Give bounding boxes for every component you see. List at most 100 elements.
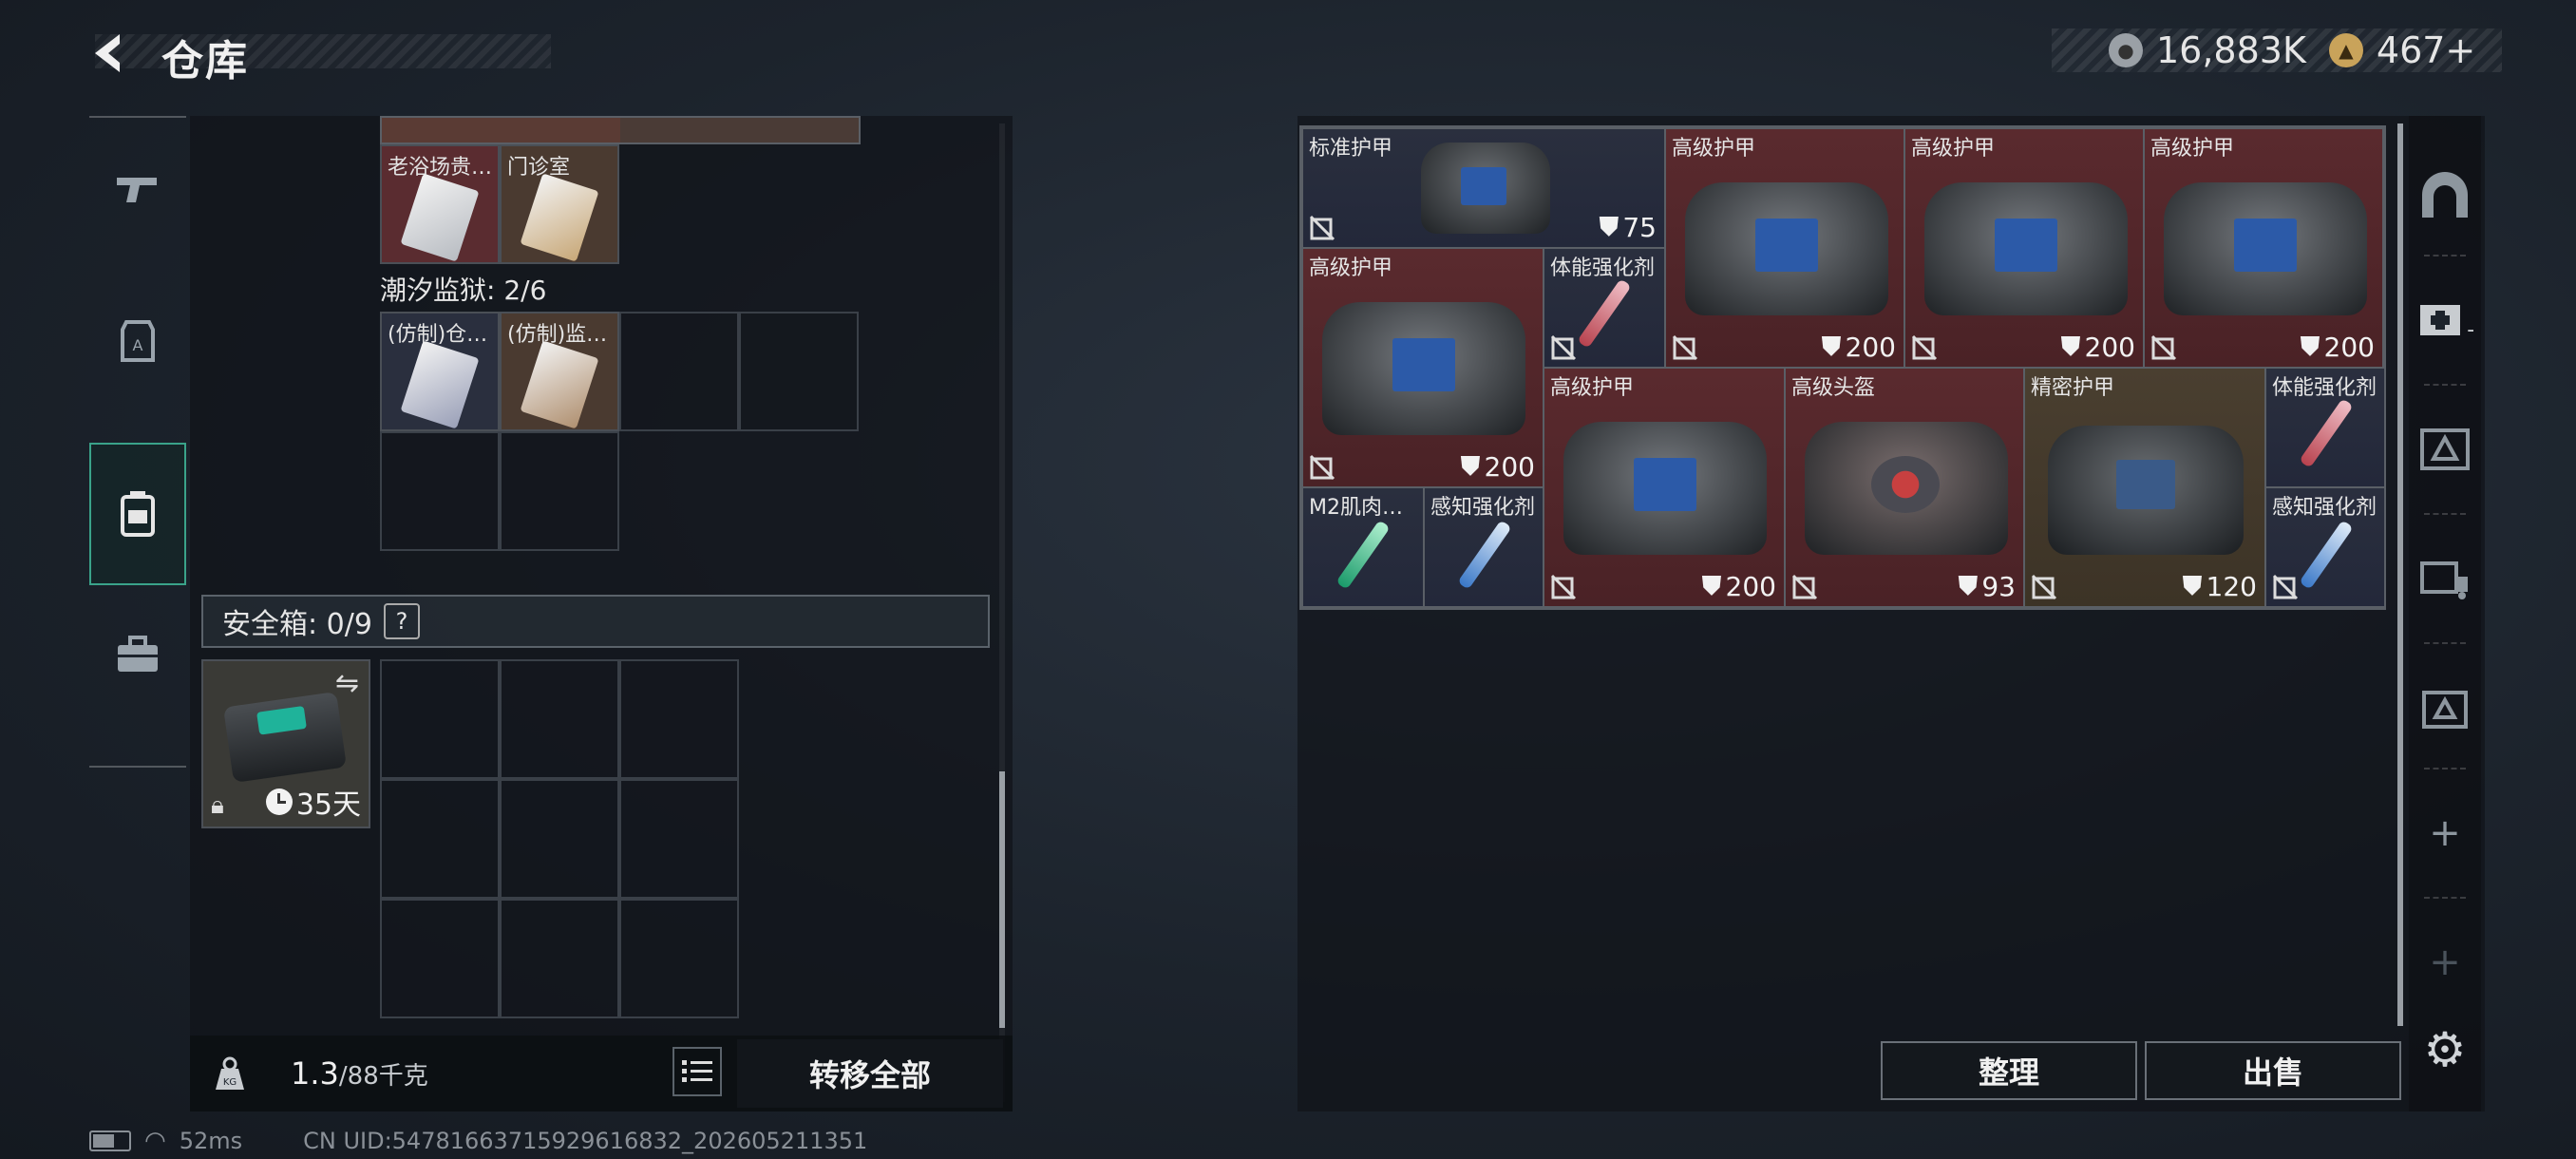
- item-stamina-injector[interactable]: 体能强化剂: [2264, 367, 2386, 488]
- briefcase-icon: [118, 636, 158, 672]
- shield-icon: ⛊: [2182, 570, 2203, 601]
- dome-icon: [2422, 172, 2468, 218]
- item-stamina-injector[interactable]: 体能强化剂: [1543, 247, 1666, 369]
- safe-slot[interactable]: [619, 779, 739, 899]
- page-title: 仓库: [161, 37, 249, 86]
- item-advanced-armor[interactable]: 高级护甲 ⛊ 200: [1664, 127, 1905, 369]
- durability: ⛊ 120: [2182, 570, 2257, 602]
- storage-icon: [2420, 428, 2470, 470]
- item-name: 高级护甲: [2150, 137, 2235, 161]
- status-bar: ◠ 52ms CN UID:5478166371592961683​2_2026…: [89, 1127, 867, 1155]
- safe-box-header: 安全箱: 0/9 ?: [201, 595, 990, 648]
- storage-box-icon: [2422, 691, 2468, 729]
- rail-tab-storage-3[interactable]: [2409, 646, 2481, 770]
- rail-tab-main[interactable]: [2409, 133, 2481, 256]
- keycard-slot[interactable]: (仿制)监…: [500, 312, 619, 431]
- safe-slot[interactable]: [500, 659, 619, 779]
- weight-icon: KG: [211, 1054, 249, 1092]
- keycard-slot[interactable]: 老浴场贵…: [380, 144, 500, 264]
- gun-icon: [117, 178, 157, 202]
- safe-box-title: 安全箱: 0/9: [222, 608, 372, 641]
- armor-bag-icon: [1685, 182, 1888, 315]
- empty-slot[interactable]: [739, 312, 859, 431]
- prison-section-title: 潮汐监狱: 2/6: [380, 275, 547, 306]
- item-name: M2肌肉…: [1309, 496, 1403, 520]
- wifi-icon: ◠: [144, 1127, 166, 1155]
- item-perception-injector[interactable]: 感知强化剂: [1423, 486, 1544, 608]
- nav-armor[interactable]: A: [89, 270, 186, 412]
- organize-button[interactable]: 整理: [1881, 1041, 2137, 1100]
- keycard-slot[interactable]: (仿制)仓…: [380, 312, 500, 431]
- transfer-all-button[interactable]: 转移全部: [737, 1039, 1003, 1108]
- injector-icon: [1577, 278, 1632, 349]
- item-advanced-armor[interactable]: 高级护甲 ⛊ 200: [1904, 127, 2145, 369]
- rail-tab-medical[interactable]: +: [2409, 258, 2481, 382]
- weight-current: 1.3: [291, 1055, 339, 1092]
- settings-button[interactable]: ⚙: [2409, 988, 2481, 1112]
- durability: ⛊ 200: [2060, 331, 2135, 363]
- injector-icon: [2299, 398, 2354, 468]
- uid: CN UID:5478166371592961683​2_20260521135…: [303, 1128, 868, 1154]
- armor-icon: A: [121, 320, 155, 362]
- empty-slot[interactable]: [380, 431, 500, 551]
- item-name: 高级护甲: [1672, 137, 1756, 161]
- list-view-button[interactable]: [672, 1047, 722, 1096]
- durability: ⛊ 200: [1701, 570, 1776, 602]
- rail-tab-storage-2[interactable]: [2409, 517, 2481, 640]
- category-nav: A: [89, 116, 186, 768]
- empty-slot[interactable]: [500, 431, 619, 551]
- injector-icon: [2299, 520, 2354, 590]
- nav-briefcase[interactable]: [89, 583, 186, 726]
- keycard-label: 门诊室: [507, 156, 571, 180]
- safe-box-item[interactable]: ⇋ 🔒︎ 35天: [201, 659, 370, 828]
- help-button[interactable]: ?: [383, 603, 420, 639]
- safe-slot[interactable]: [380, 659, 500, 779]
- keycard-icon: [520, 173, 599, 262]
- no-trade-icon: [1791, 574, 1818, 600]
- safe-slot[interactable]: [619, 659, 739, 779]
- gear-icon: ⚙: [2423, 1022, 2467, 1077]
- armor-bag-icon: [1421, 142, 1550, 234]
- item-precision-armor[interactable]: 精密护甲 ⛊ 120: [2023, 367, 2266, 608]
- item-advanced-armor[interactable]: 高级护甲 ⛊ 200: [1543, 367, 1786, 608]
- gold-balance[interactable]: 467+: [2377, 29, 2475, 71]
- item-m2-muscle-injector[interactable]: M2肌肉…: [1301, 486, 1425, 608]
- timer: 35天: [265, 781, 361, 823]
- no-trade-icon: [1911, 334, 1938, 361]
- item-perception-injector[interactable]: 感知强化剂: [2264, 486, 2386, 608]
- svg-text:+: +: [2466, 319, 2473, 343]
- medkit-icon: +: [2420, 305, 2473, 343]
- currency-bar: ● 16,883K ▲ 467+: [2052, 28, 2502, 72]
- sell-button[interactable]: 出售: [2145, 1041, 2401, 1100]
- item-advanced-armor[interactable]: 高级护甲 ⛊ 200: [2143, 127, 2384, 369]
- battery-icon: [89, 1130, 131, 1151]
- safe-slot[interactable]: [380, 899, 500, 1018]
- keycard-slot[interactable]: 门诊室: [500, 144, 619, 264]
- nav-weapons[interactable]: [89, 118, 186, 260]
- item-standard-armor[interactable]: 标准护甲 ⛊ 75: [1301, 127, 1666, 249]
- silver-coin-icon: ●: [2109, 33, 2143, 67]
- injector-icon: [1457, 520, 1512, 590]
- no-trade-icon: [1309, 454, 1335, 481]
- nav-backpack[interactable]: [89, 443, 186, 585]
- safe-slot[interactable]: [500, 899, 619, 1018]
- clock-icon: [265, 788, 293, 815]
- rail-tab-storage-1[interactable]: [2409, 388, 2481, 511]
- item-advanced-armor[interactable]: 高级护甲 ⛊ 200: [1301, 247, 1544, 488]
- safe-slot[interactable]: [500, 779, 619, 899]
- left-scrollbar[interactable]: [999, 771, 1005, 1028]
- back-button[interactable]: [84, 27, 137, 80]
- safe-slot[interactable]: [619, 899, 739, 1018]
- back-arrow-icon: [95, 34, 120, 72]
- swap-icon[interactable]: ⇋: [335, 667, 359, 700]
- item-name: 精密护甲: [2031, 376, 2115, 400]
- lock-icon: 🔒︎: [211, 791, 224, 820]
- stash-scrollbar[interactable]: [2397, 124, 2403, 1026]
- safe-slot[interactable]: [380, 779, 500, 899]
- empty-slot[interactable]: [619, 312, 739, 431]
- list-icon: [682, 1060, 712, 1082]
- rail-add-tab[interactable]: +: [2409, 771, 2481, 895]
- item-name: 体能强化剂: [2272, 376, 2377, 400]
- shield-icon: ⛊: [2300, 331, 2320, 362]
- item-advanced-helmet[interactable]: 高级头盔 ⛊ 93: [1784, 367, 2025, 608]
